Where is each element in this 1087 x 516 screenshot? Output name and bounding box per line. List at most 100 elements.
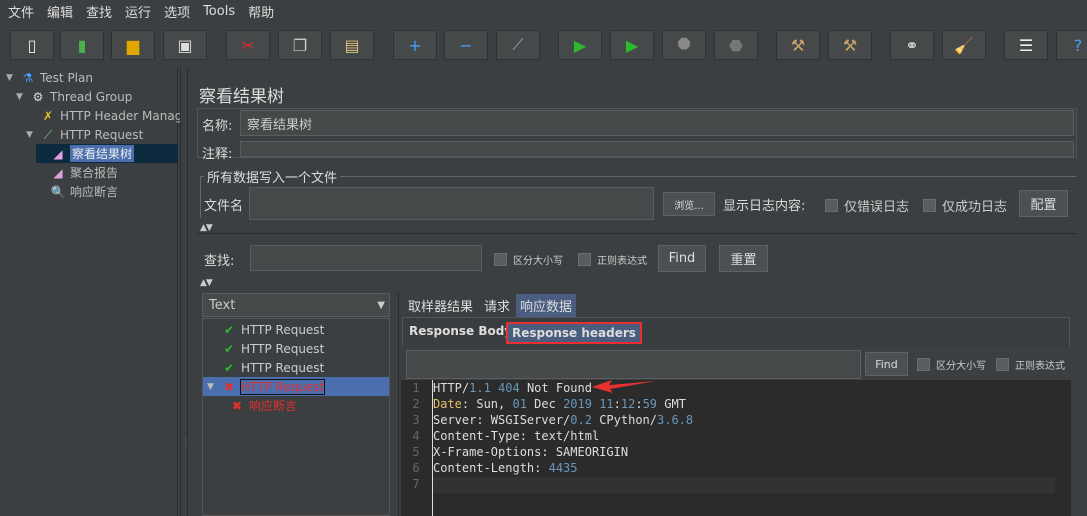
configure-button[interactable]: 配置: [1019, 190, 1068, 217]
copy-button[interactable]: ❐: [278, 30, 322, 60]
new-icon: ▯: [27, 35, 37, 55]
shield-check-icon: ✔: [223, 360, 235, 375]
result-item[interactable]: ✖ 响应断言: [203, 396, 389, 415]
function-helper-button[interactable]: ☰: [1004, 30, 1048, 60]
expand-button[interactable]: +: [393, 30, 437, 60]
case-sensitive-checkbox[interactable]: 区分大小写: [494, 252, 563, 267]
collapse-icon: −: [459, 35, 473, 55]
help-button[interactable]: ?: [1056, 30, 1087, 60]
find-button[interactable]: Find: [658, 245, 706, 272]
expand-toggle-icon[interactable]: ▼: [6, 73, 16, 83]
subtab-1[interactable]: Response headers: [506, 322, 642, 344]
tree-item-label: Thread Group: [50, 89, 133, 104]
response-case-checkbox[interactable]: 区分大小写: [917, 357, 986, 372]
reset-search-button[interactable]: 🧹: [942, 30, 986, 60]
shutdown-button[interactable]: ⬣: [714, 30, 758, 60]
result-item[interactable]: ✔ HTTP Request: [203, 320, 389, 339]
open-button[interactable]: ▆: [111, 30, 155, 60]
toggle-button[interactable]: ⟋: [496, 30, 540, 60]
tab-2[interactable]: 响应数据: [516, 294, 577, 317]
stop-button[interactable]: ⯃: [662, 30, 706, 60]
stop-icon: ⯃: [677, 35, 691, 54]
expand-toggle-icon[interactable]: ▼: [26, 130, 36, 140]
shutdown-icon: ⬣: [729, 35, 743, 55]
comment-input[interactable]: [240, 141, 1074, 157]
browse-button[interactable]: 浏览...: [663, 192, 715, 216]
menu-3[interactable]: 运行: [125, 2, 151, 21]
expand-toggle-icon[interactable]: ▼: [16, 92, 26, 102]
code-line: X-Frame-Options: SAMEORIGIN: [433, 445, 629, 459]
response-find-input[interactable]: [406, 350, 861, 379]
subtab-0[interactable]: Response Body: [405, 322, 516, 340]
gear-icon: ⚙: [32, 89, 44, 104]
menu-2[interactable]: 查找: [86, 2, 112, 21]
templates-button[interactable]: ▮: [60, 30, 104, 60]
test-plan-tree: ▼ ⚗ Test Plan ▼ ⚙ Thread Group ✗ HTTP Header Ma…: [0, 68, 182, 516]
start-button[interactable]: ▶: [558, 30, 602, 60]
result-item[interactable]: ✔ HTTP Request: [203, 339, 389, 358]
graph-icon: ◢: [53, 165, 63, 180]
paste-button[interactable]: ▤: [330, 30, 374, 60]
name-input[interactable]: 察看结果树: [240, 110, 1074, 136]
shield-check-icon: ✔: [223, 341, 235, 356]
result-label: HTTP Request: [239, 378, 326, 395]
filename-input[interactable]: [249, 187, 654, 220]
menu-0[interactable]: 文件: [8, 2, 34, 21]
chevron-down-icon: ▼: [377, 299, 385, 311]
errors-only-checkbox[interactable]: 仅错误日志: [825, 196, 909, 215]
tree-item[interactable]: ▼ ⚗ Test Plan: [6, 68, 93, 87]
tree-item[interactable]: ▼ ⚙ Thread Group: [16, 87, 132, 106]
splitter[interactable]: ⋮: [180, 68, 190, 516]
copy-icon: ❐: [292, 35, 308, 55]
tree-item[interactable]: ◢ 聚合报告: [36, 163, 118, 182]
result-item[interactable]: ✔ HTTP Request: [203, 358, 389, 377]
collapse-arrows[interactable]: ▲▼: [200, 278, 213, 288]
result-label: 响应断言: [249, 399, 298, 413]
regex-checkbox[interactable]: 正则表达式: [578, 252, 647, 267]
new-button[interactable]: ▯: [10, 30, 54, 60]
start-icon: ▶: [573, 35, 587, 55]
success-only-checkbox[interactable]: 仅成功日志: [923, 196, 1007, 215]
clear-all-button[interactable]: ⚒: [828, 30, 872, 60]
clear-button[interactable]: ⚒: [776, 30, 820, 60]
response-headers-editor[interactable]: 1 HTTP/1.1 404 Not Found 2 Date: Sun, 01 De…: [401, 380, 1071, 516]
menu-4[interactable]: 选项: [164, 2, 190, 21]
tree-item[interactable]: ✗ HTTP Header Manag: [26, 106, 182, 125]
search-button[interactable]: ⚭: [890, 30, 934, 60]
menu-1[interactable]: 编辑: [47, 2, 73, 21]
reset-button[interactable]: 重置: [719, 245, 768, 272]
collapse-button[interactable]: −: [444, 30, 488, 60]
templates-icon: ▮: [77, 35, 87, 55]
clear-all-icon: ⚒: [842, 35, 858, 55]
cut-button[interactable]: ✂: [226, 30, 270, 60]
tree-item-label: 聚合报告: [70, 166, 119, 180]
tree-item[interactable]: ◢ 察看结果树: [36, 144, 178, 163]
name-label: 名称:: [202, 119, 233, 134]
line-number: 6: [412, 461, 420, 475]
cut-icon: ✂: [241, 35, 255, 55]
search-input[interactable]: [250, 245, 482, 271]
response-find-button[interactable]: Find: [865, 352, 908, 376]
magnifier-icon: 🔍: [50, 184, 66, 199]
collapse-arrows[interactable]: ▲▼: [200, 223, 213, 233]
tree-item[interactable]: ▼ ⟋ HTTP Request: [26, 125, 143, 144]
toolbar: ▯ ▮ ▆ ▣ ✂ ❐ ▤ + − ⟋ ▶ ▶ ⯃ ⬣ ⚒ ⚒ ⚭ 🧹 ☰?: [0, 26, 1087, 66]
tree-item[interactable]: 🔍 响应断言: [36, 182, 119, 201]
renderer-select[interactable]: Text ▼: [202, 293, 390, 317]
result-item[interactable]: ▼ ✖ HTTP Request: [203, 377, 389, 396]
save-button[interactable]: ▣: [163, 30, 207, 60]
toggle-icon: ⟋: [512, 35, 524, 54]
menu-5[interactable]: Tools: [203, 4, 235, 19]
file-group-title: 所有数据写入一个文件: [204, 167, 341, 186]
search-label: 查找:: [204, 254, 235, 269]
expand-toggle-icon[interactable]: ▼: [207, 382, 214, 392]
shield-error-icon: ✖: [231, 398, 243, 413]
log-content-label: 显示日志内容:: [723, 199, 806, 214]
menu-6[interactable]: 帮助: [248, 2, 274, 21]
start-no-pause-button[interactable]: ▶: [610, 30, 654, 60]
tab-1[interactable]: 请求: [480, 294, 514, 317]
response-regex-checkbox[interactable]: 正则表达式: [996, 357, 1065, 372]
tab-0[interactable]: 取样器结果: [404, 294, 477, 317]
shield-error-icon: ✖: [223, 379, 235, 394]
tree-item-label: HTTP Request: [60, 127, 144, 142]
